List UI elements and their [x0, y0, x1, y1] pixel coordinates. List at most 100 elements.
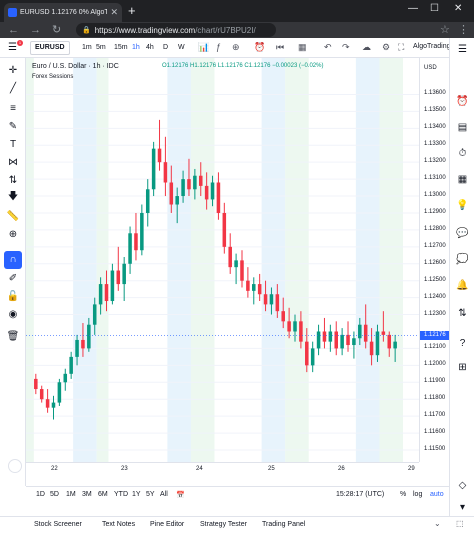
chart-pane[interactable]: Euro / U.S. Dollar · 1h · IDC O1.12176 H…: [26, 58, 419, 462]
candle-body[interactable]: [305, 341, 309, 366]
undo-icon[interactable]: ↶: [324, 41, 332, 54]
percent-toggle[interactable]: %: [400, 491, 406, 498]
candle-body[interactable]: [316, 331, 321, 349]
layers-icon[interactable]: ◇: [455, 478, 470, 493]
indicators-icon[interactable]: ƒ: [216, 41, 221, 54]
stay-drawing-icon[interactable]: ✐: [6, 272, 20, 286]
candle-body[interactable]: [51, 402, 56, 408]
candle-body[interactable]: [187, 179, 191, 190]
forward-icon[interactable]: →: [30, 23, 41, 37]
maximize-icon[interactable]: ☐: [430, 3, 439, 14]
candle-body[interactable]: [334, 331, 339, 349]
utc-clock[interactable]: 15:28:17 (UTC): [336, 491, 384, 498]
candle-body[interactable]: [210, 182, 215, 200]
notifications-icon[interactable]: 🔔: [455, 278, 470, 293]
candle-body[interactable]: [228, 246, 232, 268]
layout-icon[interactable]: ▦: [298, 41, 307, 54]
range-1d[interactable]: 1D: [36, 491, 45, 498]
candle-body[interactable]: [281, 311, 285, 322]
compare-icon[interactable]: ⊕: [232, 41, 240, 54]
interval-4h[interactable]: 4h: [146, 43, 154, 53]
candle-body[interactable]: [299, 321, 303, 342]
candle-body[interactable]: [340, 334, 344, 349]
interval-1h[interactable]: 1h: [132, 43, 140, 53]
ruler-icon[interactable]: 📏: [6, 210, 20, 224]
interval-W[interactable]: W: [178, 43, 185, 53]
candle-body[interactable]: [63, 373, 68, 383]
symbol-search-button[interactable]: EURUSD: [30, 41, 70, 55]
candle-body[interactable]: [75, 339, 79, 357]
alert-icon[interactable]: ⏰: [254, 41, 265, 54]
candle-body[interactable]: [263, 294, 268, 305]
trash-icon[interactable]: 🗑: [6, 330, 20, 344]
range-1m[interactable]: 1M: [66, 491, 76, 498]
candle-body[interactable]: [363, 324, 368, 342]
range-all[interactable]: All: [160, 491, 168, 498]
tab-pine-editor[interactable]: Pine Editor: [150, 521, 184, 528]
eye-icon[interactable]: ◉: [6, 308, 20, 322]
candle-body[interactable]: [110, 270, 115, 302]
text-tool-icon[interactable]: T: [6, 138, 20, 152]
candlestick-chart[interactable]: [26, 58, 419, 462]
replay-icon[interactable]: ⏮: [276, 41, 284, 54]
range-3m[interactable]: 3M: [82, 491, 92, 498]
ideas-icon[interactable]: 💡: [455, 198, 470, 213]
tradingview-logo-icon[interactable]: [8, 459, 22, 473]
range-5d[interactable]: 5D: [50, 491, 59, 498]
brush-icon[interactable]: ✎: [6, 120, 20, 134]
hotlist-icon[interactable]: ⏱: [455, 146, 470, 161]
reload-icon[interactable]: ↻: [52, 23, 61, 37]
browser-tab[interactable]: EURUSD 1.12176 0% AlgoTrading ✕: [4, 3, 122, 22]
crosshair-icon[interactable]: ✛: [6, 64, 20, 78]
range-ytd[interactable]: YTD: [114, 491, 128, 498]
candle-body[interactable]: [104, 284, 109, 302]
legend-indicator[interactable]: Forex Sessions: [32, 74, 73, 80]
pattern-icon[interactable]: ⋈: [6, 156, 20, 170]
new-tab-icon[interactable]: +: [128, 3, 136, 18]
chat-icon[interactable]: 💬: [455, 226, 470, 241]
back-icon[interactable]: ←: [8, 23, 19, 37]
candle-body[interactable]: [387, 334, 392, 349]
candle-body[interactable]: [116, 270, 121, 285]
tab-text-notes[interactable]: Text Notes: [102, 521, 135, 528]
candle-body[interactable]: [145, 189, 150, 213]
range-5y[interactable]: 5Y: [146, 491, 155, 498]
candle-body[interactable]: [45, 399, 50, 408]
time-axis[interactable]: 22 23 24 25 26 29: [26, 462, 419, 476]
zoom-icon[interactable]: ⊕: [6, 228, 20, 242]
candle-body[interactable]: [216, 182, 221, 213]
price-axis[interactable]: USD 1.13600 1.13500 1.13400 1.13300 1.13200 1…: [419, 58, 450, 462]
tab-strategy-tester[interactable]: Strategy Tester: [200, 521, 247, 528]
candle-body[interactable]: [204, 185, 209, 200]
candle-body[interactable]: [358, 324, 362, 339]
order-panel-icon[interactable]: ⇅: [455, 306, 470, 321]
magnet-icon[interactable]: ∩: [6, 253, 20, 267]
range-6m[interactable]: 6M: [98, 491, 108, 498]
candle-body[interactable]: [352, 338, 356, 346]
settings-icon[interactable]: ⚙: [382, 41, 390, 54]
lock-drawings-icon[interactable]: 🔓: [6, 290, 20, 304]
interval-15m[interactable]: 15m: [114, 43, 128, 53]
candle-body[interactable]: [39, 389, 44, 400]
candle-body[interactable]: [234, 260, 238, 268]
log-toggle[interactable]: log: [413, 491, 422, 498]
candle-body[interactable]: [34, 378, 38, 390]
help-icon[interactable]: ?: [455, 336, 470, 351]
candle-body[interactable]: [322, 331, 327, 342]
candle-body[interactable]: [275, 294, 280, 312]
candle-body[interactable]: [310, 348, 315, 366]
interval-1m[interactable]: 1m: [82, 43, 92, 53]
chart-type-icon[interactable]: 📊: [198, 41, 209, 54]
candle-body[interactable]: [375, 331, 380, 356]
tab-trading-panel[interactable]: Trading Panel: [262, 521, 305, 528]
candle-body[interactable]: [381, 331, 386, 335]
prediction-icon[interactable]: ⇅: [6, 174, 20, 188]
url-input[interactable]: 🔒 https://www.tradingview.com/chart/rU7B…: [76, 23, 276, 37]
candle-body[interactable]: [81, 339, 85, 349]
alerts-icon[interactable]: ⏰: [455, 94, 470, 109]
layout-name[interactable]: AlgoTrading: [413, 43, 451, 50]
data-window-icon[interactable]: ▤: [455, 120, 470, 135]
cloud-icon[interactable]: ☁: [362, 41, 371, 54]
candle-body[interactable]: [140, 212, 144, 251]
streams-icon[interactable]: 💭: [455, 252, 470, 267]
